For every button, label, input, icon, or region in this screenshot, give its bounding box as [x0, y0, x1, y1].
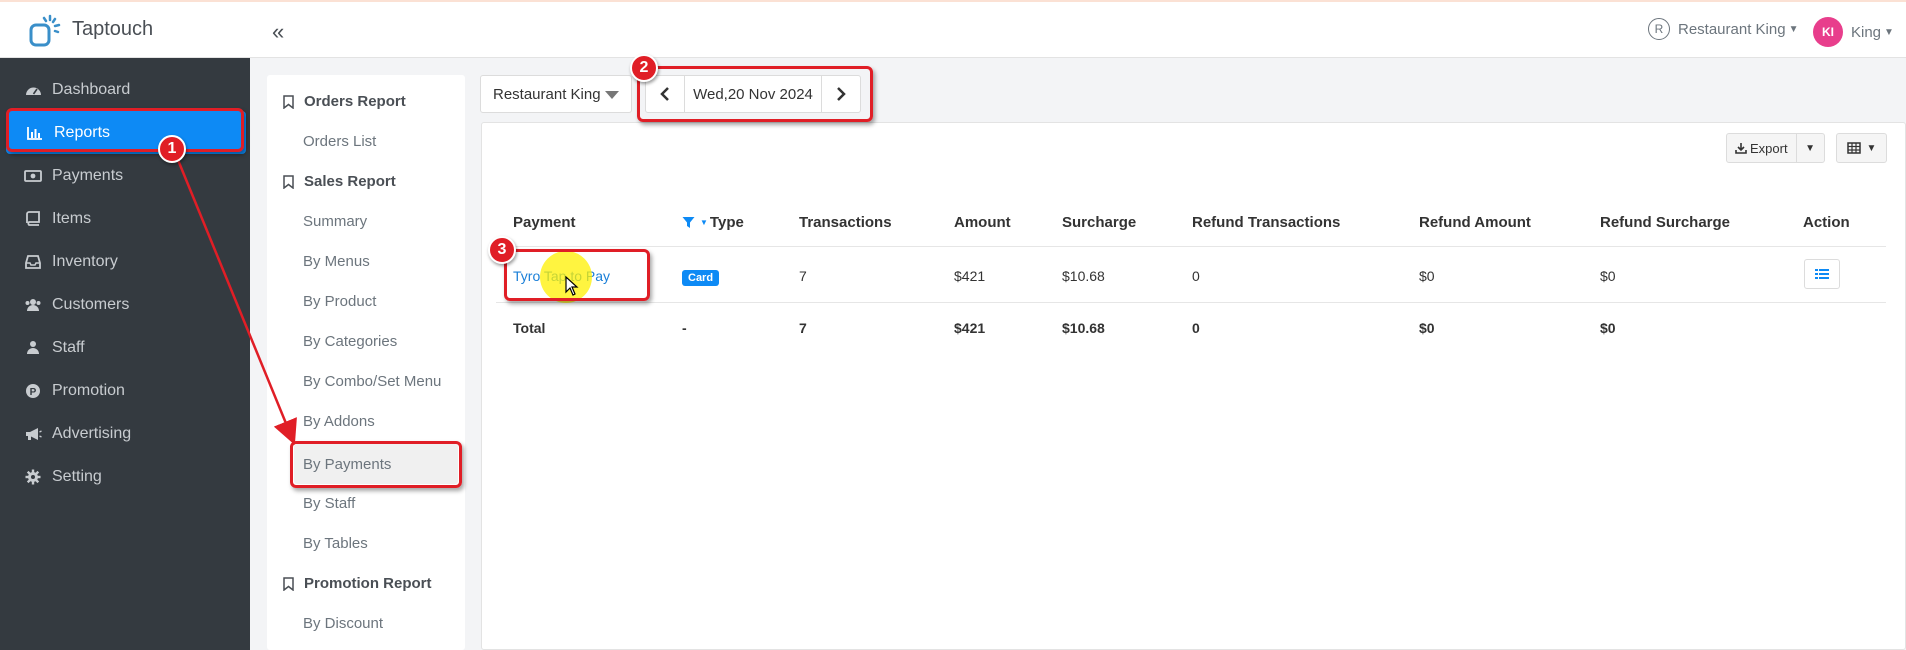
step-marker-2: 2 [630, 54, 658, 82]
annotation-box-date [637, 66, 873, 122]
step-marker-1: 1 [158, 135, 186, 163]
annotation-arrow [176, 159, 297, 445]
annotation-box-payment-link [504, 249, 650, 301]
step-marker-3: 3 [488, 236, 516, 264]
annotation-box-reports [6, 108, 244, 152]
annotation-box-by-payments [290, 441, 462, 488]
